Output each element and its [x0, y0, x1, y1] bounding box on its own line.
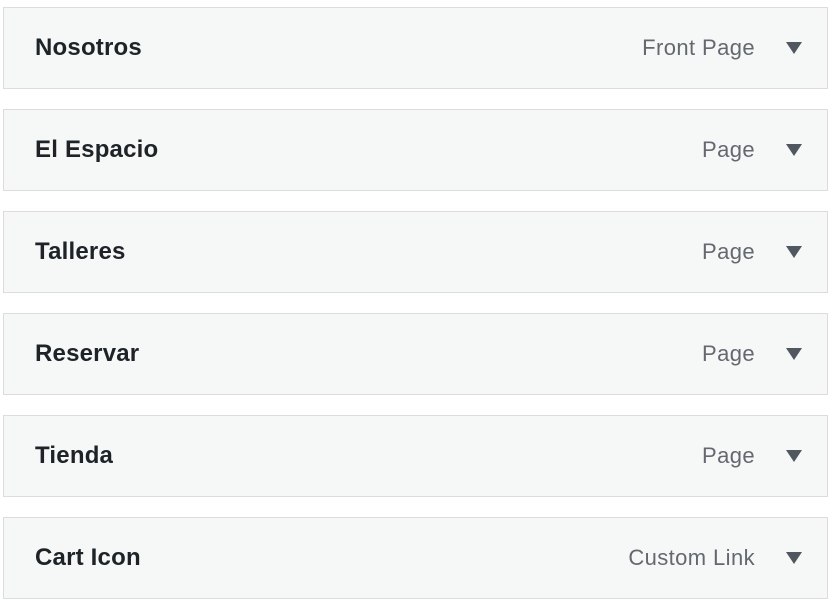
menu-item-title: Reservar — [35, 340, 140, 367]
triangle-down-icon[interactable] — [785, 347, 803, 361]
triangle-down-icon[interactable] — [785, 245, 803, 259]
triangle-down-icon[interactable] — [785, 41, 803, 55]
menu-item-nosotros[interactable]: Nosotros Front Page — [3, 7, 828, 89]
menu-item-type: Page — [702, 341, 755, 366]
menu-item-title: El Espacio — [35, 136, 159, 163]
menu-item-el-espacio[interactable]: El Espacio Page — [3, 109, 828, 191]
menu-item-talleres[interactable]: Talleres Page — [3, 211, 828, 293]
menu-item-title: Cart Icon — [35, 544, 141, 571]
menu-item-cart-icon[interactable]: Cart Icon Custom Link — [3, 517, 828, 599]
triangle-down-icon[interactable] — [785, 449, 803, 463]
menu-item-reservar[interactable]: Reservar Page — [3, 313, 828, 395]
menu-item-type: Page — [702, 443, 755, 468]
menu-item-title: Nosotros — [35, 34, 142, 61]
menu-item-title: Talleres — [35, 238, 126, 265]
menu-item-type: Front Page — [642, 35, 755, 60]
menu-structure-list: Nosotros Front Page El Espacio Page Tall… — [0, 0, 834, 608]
menu-item-type: Page — [702, 239, 755, 264]
menu-item-type: Custom Link — [628, 545, 755, 570]
menu-item-type: Page — [702, 137, 755, 162]
menu-item-tienda[interactable]: Tienda Page — [3, 415, 828, 497]
triangle-down-icon[interactable] — [785, 143, 803, 157]
menu-item-title: Tienda — [35, 442, 114, 469]
triangle-down-icon[interactable] — [785, 551, 803, 565]
